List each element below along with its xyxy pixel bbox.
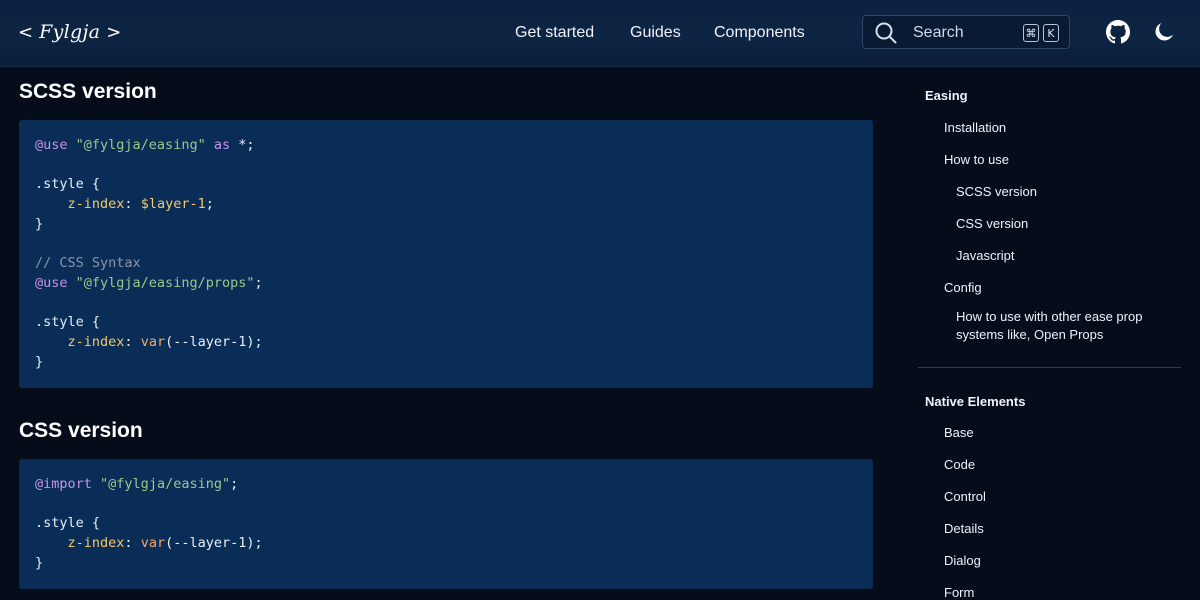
code-line: @use "@fylgja/easing" as *; (35, 137, 255, 153)
code-token: "@fylgja/easing" (100, 476, 231, 492)
code-token: var (140, 334, 166, 350)
logo-text: Fylgja (39, 21, 101, 43)
code-line: } (35, 555, 43, 571)
command-key-icon: ⌘ (1023, 24, 1039, 42)
github-icon[interactable] (1106, 20, 1130, 44)
code-block-scss: @use "@fylgja/easing" as *; .style { z-in… (19, 120, 873, 388)
code-token: var (140, 535, 166, 552)
code-token: ; (230, 476, 239, 492)
code-token: } (35, 554, 44, 571)
code-token: @import (35, 476, 92, 492)
code-token: "@fylgja/easing" (75, 137, 206, 153)
toc-item[interactable]: Control (944, 489, 986, 504)
toc-heading[interactable]: Easing (925, 88, 968, 103)
code-line: z-index: $layer-1; (35, 196, 214, 212)
logo-left-bracket: < (18, 21, 34, 43)
code-line: z-index: var(--layer-1); (35, 334, 263, 350)
code-line: .style { (35, 314, 100, 330)
toc-item[interactable]: Form (944, 585, 974, 600)
k-key-icon: K (1043, 24, 1059, 42)
toc-item[interactable]: Config (944, 280, 982, 295)
table-of-contents: Easing Installation How to use SCSS version… (918, 66, 1200, 600)
toc-item[interactable]: Installation (944, 120, 1006, 135)
code-token: ; (205, 196, 214, 213)
code-token: } (35, 353, 44, 370)
toc-item[interactable]: How to use (944, 152, 1009, 167)
site-logo[interactable]: < Fylgja > (18, 16, 121, 48)
search-placeholder: Search (913, 24, 964, 41)
toc-item[interactable]: Code (944, 457, 975, 472)
code-token: (--layer-1); (165, 334, 263, 350)
toc-item[interactable]: SCSS version (956, 184, 1037, 199)
toc-item[interactable]: How to use with other ease prop systems … (956, 308, 1171, 344)
search-input[interactable]: Search ⌘ K (862, 15, 1070, 49)
code-line: } (35, 216, 43, 232)
code-token: ; (254, 274, 263, 291)
code-token: : (124, 535, 141, 552)
code-token: "@fylgja/easing/props" (75, 274, 255, 291)
code-token: $layer-1 (140, 196, 206, 213)
top-navigation-bar: < Fylgja > Get started Guides Components… (0, 0, 1200, 67)
section-title-css: CSS version (19, 419, 143, 442)
code-token: @use (35, 137, 68, 153)
toc-item[interactable]: Dialog (944, 553, 981, 568)
toc-item[interactable]: CSS version (956, 216, 1028, 231)
code-token: .style { (35, 314, 101, 331)
code-line: @import "@fylgja/easing"; (35, 476, 238, 492)
code-token: z-index (67, 535, 125, 552)
toc-item[interactable]: Details (944, 521, 984, 536)
code-token: // CSS Syntax (35, 255, 141, 272)
toc-heading[interactable]: Native Elements (925, 394, 1025, 409)
section-title-scss: SCSS version (19, 80, 157, 103)
code-block-css: @import "@fylgja/easing"; .style { z-inde… (19, 459, 873, 589)
code-token: z-index (67, 334, 125, 350)
code-line: } (35, 354, 43, 370)
code-line: @use "@fylgja/easing/props"; (35, 275, 263, 291)
code-line: .style { (35, 515, 100, 531)
code-token: : (124, 196, 141, 213)
code-token: .style { (35, 176, 101, 193)
nav-get-started[interactable]: Get started (515, 24, 594, 42)
code-token: } (35, 215, 44, 232)
nav-guides[interactable]: Guides (630, 24, 681, 42)
code-token: *; (230, 137, 255, 153)
code-token: z-index (67, 196, 125, 213)
toc-item[interactable]: Javascript (956, 248, 1015, 263)
nav-components[interactable]: Components (714, 24, 805, 42)
code-line: z-index: var(--layer-1); (35, 535, 263, 551)
code-token: as (213, 137, 231, 153)
search-icon (875, 22, 897, 44)
code-token: (--layer-1); (165, 535, 263, 552)
logo-right-bracket: > (106, 21, 122, 43)
code-line: // CSS Syntax (35, 255, 141, 271)
code-token: : (124, 334, 141, 350)
code-token: .style { (35, 515, 101, 532)
code-token: @use (35, 274, 68, 291)
toc-divider (918, 367, 1181, 368)
dark-mode-toggle-icon[interactable] (1152, 20, 1176, 44)
code-line: .style { (35, 176, 100, 192)
toc-item[interactable]: Base (944, 425, 974, 440)
